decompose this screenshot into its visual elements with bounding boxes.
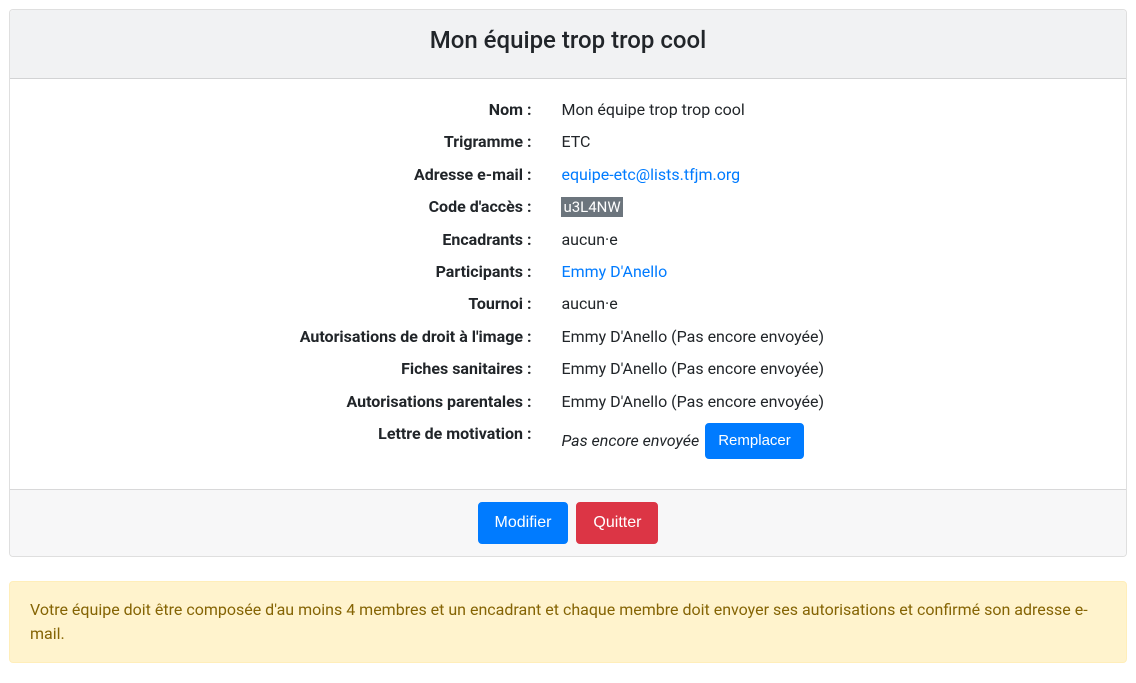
value-tournament: aucun·e	[546, 293, 1106, 315]
field-health-sheets: Fiches sanitaires : Emmy D'Anello (Pas e…	[30, 358, 1106, 380]
field-name: Nom : Mon équipe trop trop cool	[30, 99, 1106, 121]
field-email: Adresse e-mail : equipe-etc@lists.tfjm.o…	[30, 164, 1106, 186]
label-access-code: Code d'accès :	[30, 196, 546, 218]
email-link[interactable]: equipe-etc@lists.tfjm.org	[561, 165, 740, 184]
field-access-code: Code d'accès : u3L4NW	[30, 196, 1106, 218]
participant-link[interactable]: Emmy D'Anello	[561, 262, 667, 281]
team-detail-card: Mon équipe trop trop cool Nom : Mon équi…	[9, 9, 1127, 557]
value-photo-auth: Emmy D'Anello (Pas encore envoyée)	[546, 326, 1106, 348]
card-footer: Modifier Quitter	[10, 489, 1126, 556]
motivation-letter-status: Pas encore envoyée	[561, 430, 699, 452]
field-photo-auth: Autorisations de droit à l'image : Emmy …	[30, 326, 1106, 348]
value-email: equipe-etc@lists.tfjm.org	[546, 164, 1106, 186]
label-photo-auth: Autorisations de droit à l'image :	[30, 326, 546, 348]
field-supervisors: Encadrants : aucun·e	[30, 229, 1106, 251]
label-supervisors: Encadrants :	[30, 229, 546, 251]
label-parental-auth: Autorisations parentales :	[30, 391, 546, 413]
field-motivation-letter: Lettre de motivation : Pas encore envoyé…	[30, 423, 1106, 460]
card-body: Nom : Mon équipe trop trop cool Trigramm…	[10, 79, 1126, 489]
value-name: Mon équipe trop trop cool	[546, 99, 1106, 121]
label-email: Adresse e-mail :	[30, 164, 546, 186]
label-name: Nom :	[30, 99, 546, 121]
value-participants: Emmy D'Anello	[546, 261, 1106, 283]
value-trigram: ETC	[546, 131, 1106, 153]
value-health-sheets: Emmy D'Anello (Pas encore envoyée)	[546, 358, 1106, 380]
label-participants: Participants :	[30, 261, 546, 283]
field-parental-auth: Autorisations parentales : Emmy D'Anello…	[30, 391, 1106, 413]
field-participants: Participants : Emmy D'Anello	[30, 261, 1106, 283]
label-trigram: Trigramme :	[30, 131, 546, 153]
label-health-sheets: Fiches sanitaires :	[30, 358, 546, 380]
replace-button[interactable]: Remplacer	[705, 423, 804, 460]
page-title: Mon équipe trop trop cool	[30, 26, 1106, 54]
label-motivation-letter: Lettre de motivation :	[30, 423, 546, 445]
field-tournament: Tournoi : aucun·e	[30, 293, 1106, 315]
value-parental-auth: Emmy D'Anello (Pas encore envoyée)	[546, 391, 1106, 413]
warning-alert: Votre équipe doit être composée d'au moi…	[9, 581, 1127, 663]
access-code-badge: u3L4NW	[561, 197, 622, 217]
value-motivation-letter: Pas encore envoyée Remplacer	[546, 423, 1106, 460]
modify-button[interactable]: Modifier	[478, 502, 569, 544]
field-trigram: Trigramme : ETC	[30, 131, 1106, 153]
quit-button[interactable]: Quitter	[576, 502, 658, 544]
value-access-code: u3L4NW	[546, 196, 1106, 218]
value-supervisors: aucun·e	[546, 229, 1106, 251]
label-tournament: Tournoi :	[30, 293, 546, 315]
warning-message: Votre équipe doit être composée d'au moi…	[30, 600, 1088, 643]
card-header: Mon équipe trop trop cool	[10, 10, 1126, 79]
